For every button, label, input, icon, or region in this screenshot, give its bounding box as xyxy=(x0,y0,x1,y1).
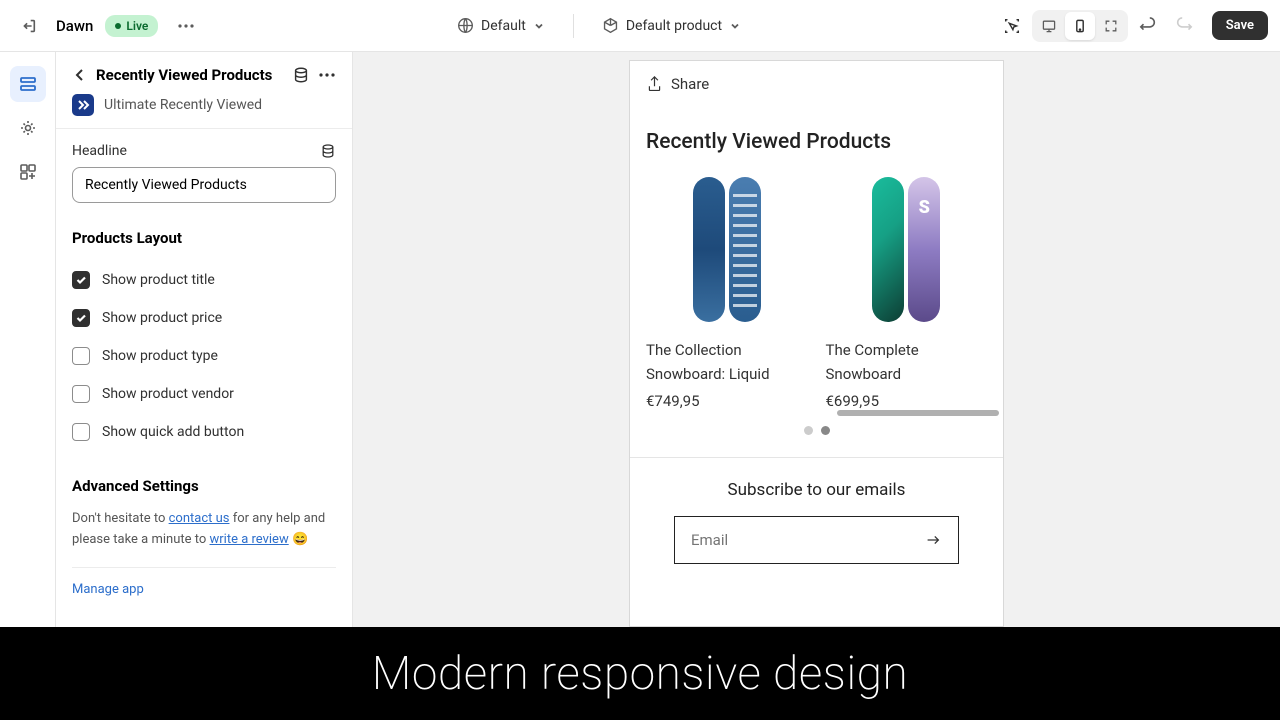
apps-nav[interactable] xyxy=(10,154,46,190)
subscribe-heading: Subscribe to our emails xyxy=(646,480,987,500)
topbar: Dawn Live Default Default product xyxy=(0,0,1280,52)
more-icon[interactable] xyxy=(318,73,336,77)
checkbox-icon xyxy=(72,385,90,403)
email-input-wrapper[interactable] xyxy=(674,516,959,564)
section-title: Recently Viewed Products xyxy=(96,66,284,84)
product-price: €749,95 xyxy=(646,392,808,410)
checkbox-icon xyxy=(72,347,90,365)
main: Recently Viewed Products Ultimate Recent… xyxy=(0,52,1280,627)
review-link[interactable]: write a review xyxy=(210,532,289,547)
checkbox-show-price[interactable]: Show product price xyxy=(72,299,336,337)
settings-nav[interactable] xyxy=(10,110,46,146)
sidebar-body: Headline Products Layout Show product ti… xyxy=(56,129,352,611)
recently-viewed-section: Recently Viewed Products The Collection … xyxy=(630,108,1003,445)
arrow-right-icon[interactable] xyxy=(924,531,942,549)
headline-label: Headline xyxy=(72,143,336,159)
chevron-down-icon xyxy=(729,20,741,32)
product-dropdown[interactable]: Default product xyxy=(602,14,741,38)
product-card[interactable]: The Complete Snowboard €699,95 xyxy=(826,174,988,410)
save-button[interactable]: Save xyxy=(1212,11,1268,40)
product-carousel[interactable]: The Collection Snowboard: Liquid €749,95… xyxy=(646,174,987,410)
product-price: €699,95 xyxy=(826,392,988,410)
checkbox-icon xyxy=(72,423,90,441)
fullscreen-view-button[interactable] xyxy=(1096,12,1126,40)
app-name: Ultimate Recently Viewed xyxy=(104,97,262,113)
banner-text: Modern responsive design xyxy=(372,647,908,701)
contact-link[interactable]: contact us xyxy=(169,511,230,526)
email-input[interactable] xyxy=(691,531,924,549)
headline-input[interactable] xyxy=(72,167,336,203)
redo-button[interactable] xyxy=(1168,10,1200,42)
product-title: The Complete Snowboard xyxy=(826,338,988,386)
help-text: Don't hesitate to contact us for any hel… xyxy=(72,509,336,551)
advanced-section-title: Advanced Settings xyxy=(72,477,336,495)
app-icon xyxy=(72,94,94,116)
sidebar: Recently Viewed Products Ultimate Recent… xyxy=(56,52,353,627)
sections-nav[interactable] xyxy=(10,66,46,102)
checkbox-show-title[interactable]: Show product title xyxy=(72,261,336,299)
app-breadcrumb[interactable]: Ultimate Recently Viewed xyxy=(56,94,352,129)
rv-heading: Recently Viewed Products xyxy=(646,130,987,154)
product-image xyxy=(839,174,974,324)
desktop-view-button[interactable] xyxy=(1034,12,1064,40)
more-button[interactable] xyxy=(170,10,202,42)
data-source-icon[interactable] xyxy=(320,143,336,159)
topbar-left: Dawn Live xyxy=(12,10,202,42)
nav-rail xyxy=(0,52,56,627)
back-icon[interactable] xyxy=(72,67,88,83)
subscribe-section: Subscribe to our emails xyxy=(630,457,1003,586)
chevron-down-icon xyxy=(533,20,545,32)
checkbox-show-type[interactable]: Show product type xyxy=(72,337,336,375)
preview-area: Share Recently Viewed Products The Colle… xyxy=(353,52,1280,627)
carousel-dots xyxy=(646,426,987,435)
topbar-right: Save xyxy=(996,10,1268,42)
checkbox-icon xyxy=(72,271,90,289)
dot[interactable] xyxy=(821,426,830,435)
scrollbar[interactable] xyxy=(837,410,999,416)
share-icon xyxy=(646,76,663,93)
theme-name: Dawn xyxy=(56,17,93,35)
device-group xyxy=(1032,10,1128,42)
promo-banner: Modern responsive design xyxy=(0,627,1280,720)
undo-button[interactable] xyxy=(1132,10,1164,42)
checkbox-quick-add[interactable]: Show quick add button xyxy=(72,413,336,451)
checkbox-icon xyxy=(72,309,90,327)
preview-frame: Share Recently Viewed Products The Colle… xyxy=(629,60,1004,627)
product-title: The Collection Snowboard: Liquid xyxy=(646,338,808,386)
share-button[interactable]: Share xyxy=(630,61,1003,108)
data-source-icon[interactable] xyxy=(292,66,310,84)
mobile-view-button[interactable] xyxy=(1065,12,1095,40)
product-image xyxy=(659,174,794,324)
exit-button[interactable] xyxy=(12,10,44,42)
manage-app-link[interactable]: Manage app xyxy=(72,567,336,597)
section-header: Recently Viewed Products xyxy=(56,52,352,94)
product-card[interactable]: The Collection Snowboard: Liquid €749,95 xyxy=(646,174,808,410)
dot[interactable] xyxy=(804,426,813,435)
checkbox-show-vendor[interactable]: Show product vendor xyxy=(72,375,336,413)
inspector-button[interactable] xyxy=(996,10,1028,42)
layout-section-title: Products Layout xyxy=(72,229,336,247)
live-badge: Live xyxy=(105,15,158,37)
template-dropdown[interactable]: Default xyxy=(457,14,545,38)
topbar-center: Default Default product xyxy=(214,14,983,38)
